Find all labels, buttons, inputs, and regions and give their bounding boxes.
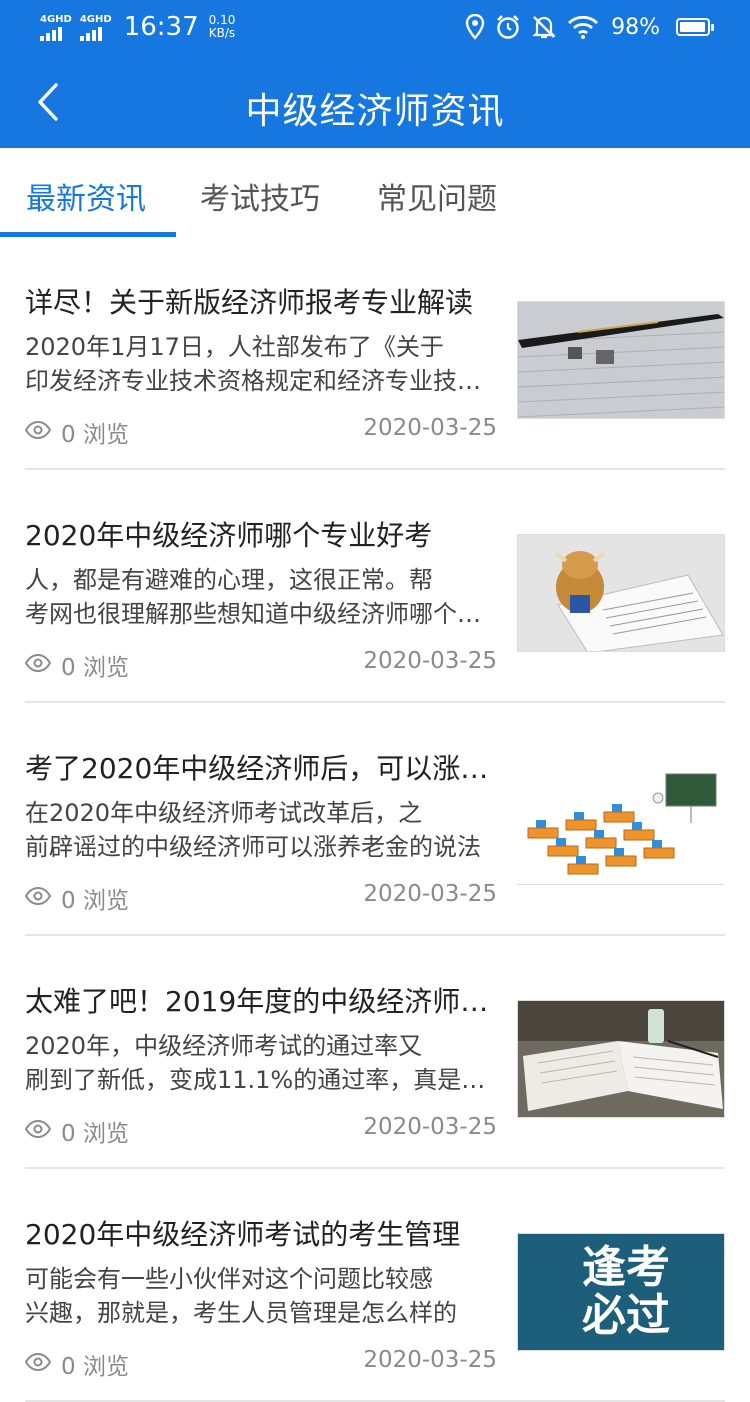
exam-poster-text: 逢考必过 [582,1242,670,1341]
article-thumbnail[interactable] [517,767,725,885]
article-list: 详尽！关于新版经济师报考专业解读 2020年1月17日，人社部发布了《关于 印发… [0,237,750,1402]
classroom-illustration [518,768,724,884]
battery-percent: 98% [611,14,660,40]
article-summary: 可能会有一些小伙伴对这个问题比较感 兴趣，那就是，考生人员管理是怎么样的 [25,1262,495,1330]
article-date: 2020-03-25 [363,1114,497,1140]
location-icon [465,14,485,40]
article-item[interactable]: 详尽！关于新版经济师报考专业解读 2020年1月17日，人社部发布了《关于 印发… [24,237,725,470]
view-count: 0 浏览 [24,648,129,682]
status-left: 4GHD 4GHD 16:37 0.10 KB/s [40,12,235,42]
bell-muted-icon [531,14,557,40]
summary-line: 印发经济专业技术资格规定和经济专业技术资格考试实施办法 [25,367,495,395]
article-item[interactable]: 太难了吧！2019年度的中级经济师通过率 2020年，中级经济师考试的通过率又 … [24,936,725,1169]
article-date: 2020-03-25 [363,881,497,907]
battery-fill [680,22,706,32]
sim2-label: 4GHD [79,13,112,25]
pen-on-paper-image [518,302,724,418]
article-thumbnail[interactable]: 逢考必过 [517,1233,725,1351]
tab-faq[interactable]: 常见问题 [377,174,497,218]
article-title: 详尽！关于新版经济师报考专业解读 [25,286,474,319]
summary-line: 人，都是有避难的心理，这很正常。帮 [25,566,433,594]
article-meta: 0 浏览 2020-03-25 [24,1114,497,1147]
open-books-image [518,1001,724,1117]
view-count-text: 0 浏览 [61,1354,129,1380]
signal-sim2: 4GHD [79,13,112,41]
summary-line: 刷到了新低，变成11.1%的通过率，真是太难了 [25,1066,495,1094]
article-title: 2020年中级经济师哪个专业好考 [25,519,433,552]
article-item[interactable]: 2020年中级经济师哪个专业好考 人，都是有避难的心理，这很正常。帮 考网也很理… [24,470,725,703]
battery-icon [676,18,714,36]
article-summary: 2020年，中级经济师考试的通过率又 刷到了新低，变成11.1%的通过率，真是太… [25,1029,495,1097]
page-title: 中级经济师资讯 [245,91,505,132]
article-summary: 在2020年中级经济师考试改革后，之 前辟谣过的中级经济师可以涨养老金的说法 [25,796,495,864]
tab-latest-news[interactable]: 最新资讯 [26,174,146,218]
article-thumbnail[interactable] [517,1000,725,1118]
eye-icon [24,419,52,445]
article-date: 2020-03-25 [363,648,497,674]
article-thumbnail[interactable] [517,301,725,419]
view-count: 0 浏览 [24,415,129,449]
summary-line: 考网也很理解那些想知道中级经济师哪个专业好考的人 [25,600,495,628]
article-title: 太难了吧！2019年度的中级经济师通过率 [25,985,497,1018]
article-title: 2020年中级经济师考试的考生管理 [25,1218,461,1251]
tab-bar: 最新资讯 考试技巧 常见问题 [0,148,750,240]
summary-line: 兴趣，那就是，考生人员管理是怎么样的 [25,1299,457,1327]
article-title: 考了2020年中级经济师后，可以涨工资吗 [25,752,497,785]
summary-line: 2020年，中级经济师考试的通过率又 [25,1032,423,1060]
view-count-text: 0 浏览 [61,1121,129,1147]
signal-bars-icon [40,25,62,41]
summary-line: 在2020年中级经济师考试改革后，之 [25,799,423,827]
summary-line: 可能会有一些小伙伴对这个问题比较感 [25,1265,433,1293]
alarm-icon [495,14,521,40]
view-count-text: 0 浏览 [61,422,129,448]
status-right: 98% [465,14,714,40]
article-summary: 2020年1月17日，人社部发布了《关于 印发经济专业技术资格规定和经济专业技术… [25,330,495,398]
eye-icon [24,1118,52,1144]
article-meta: 0 浏览 2020-03-25 [24,415,497,448]
view-count: 0 浏览 [24,1347,129,1381]
network-speed: 0.10 KB/s [209,14,236,40]
signal-bars-icon [79,25,102,41]
article-summary: 人，都是有避难的心理，这很正常。帮 考网也很理解那些想知道中级经济师哪个专业好考… [25,563,495,631]
article-date: 2020-03-25 [363,415,497,441]
sim1-label: 4GHD [40,13,72,25]
eye-icon [24,885,52,911]
article-date: 2020-03-25 [363,1347,497,1373]
wifi-icon [567,15,599,39]
clock: 16:37 [123,12,199,42]
article-meta: 0 浏览 2020-03-25 [24,648,497,681]
toy-and-papers-image [518,535,724,651]
status-bar: 4GHD 4GHD 16:37 0.10 KB/s 98% [0,0,750,60]
net-speed-unit: KB/s [208,26,236,40]
eye-icon [24,1351,52,1377]
view-count-text: 0 浏览 [61,888,129,914]
summary-line: 前辟谣过的中级经济师可以涨养老金的说法 [25,833,481,861]
eye-icon [24,652,52,678]
view-count-text: 0 浏览 [61,655,129,681]
nav-bar: 中级经济师资讯 [0,60,750,148]
article-item[interactable]: 2020年中级经济师考试的考生管理 可能会有一些小伙伴对这个问题比较感 兴趣，那… [24,1169,725,1402]
view-count: 0 浏览 [24,881,129,915]
article-item[interactable]: 考了2020年中级经济师后，可以涨工资吗 在2020年中级经济师考试改革后，之 … [24,703,725,936]
article-meta: 0 浏览 2020-03-25 [24,1347,497,1380]
summary-line: 2020年1月17日，人社部发布了《关于 [25,333,444,361]
signal-sim1: 4GHD [40,14,72,41]
view-count: 0 浏览 [24,1114,129,1148]
article-meta: 0 浏览 2020-03-25 [24,881,497,914]
article-thumbnail[interactable] [517,534,725,652]
tab-exam-tips[interactable]: 考试技巧 [200,174,320,218]
